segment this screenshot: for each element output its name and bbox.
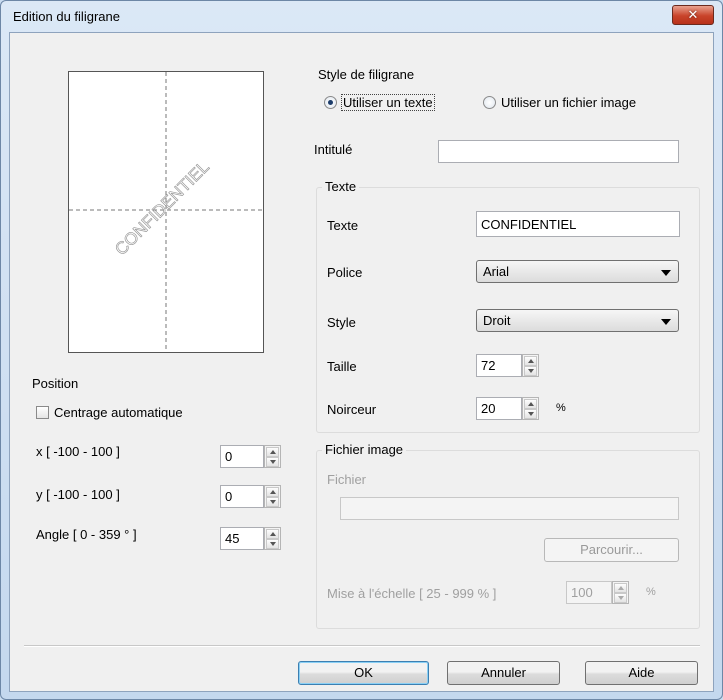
preview-canvas: CONFIDENTIEL — [69, 72, 263, 352]
size-input[interactable]: 72 — [476, 354, 522, 377]
size-spinner[interactable]: 72 — [476, 354, 546, 377]
x-spinner[interactable]: 0 — [220, 445, 285, 468]
chevron-down-icon — [661, 270, 671, 276]
spin-up-icon[interactable] — [614, 583, 627, 593]
file-label: Fichier — [327, 472, 367, 487]
x-spin-buttons[interactable] — [264, 445, 281, 468]
radio-use-text-label: Utiliser un texte — [341, 94, 435, 111]
watermark-preview: CONFIDENTIEL — [68, 71, 264, 353]
x-label: x [ -100 - 100 ] — [36, 444, 120, 459]
text-label: Texte — [327, 218, 359, 233]
style-select-value: Droit — [483, 313, 511, 328]
spin-down-icon[interactable] — [266, 539, 279, 549]
scale-label: Mise à l'échelle [ 25 - 999 % ] — [327, 586, 497, 601]
angle-spinner[interactable]: 45 — [220, 527, 285, 550]
spin-down-icon[interactable] — [524, 366, 537, 376]
spin-up-icon[interactable] — [524, 356, 537, 366]
button-separator — [24, 645, 700, 647]
font-label: Police — [327, 265, 363, 280]
spin-down-icon[interactable] — [266, 497, 279, 507]
help-button[interactable]: Aide — [585, 661, 698, 685]
watermark-style-label: Style de filigrane — [318, 67, 415, 82]
close-button[interactable]: ✕ — [672, 5, 714, 25]
spin-down-icon[interactable] — [614, 593, 627, 603]
text-group-title: Texte — [322, 179, 360, 194]
font-select[interactable]: Arial — [476, 260, 679, 283]
darkness-spin-buttons[interactable] — [522, 397, 539, 420]
y-input[interactable]: 0 — [220, 485, 264, 508]
darkness-label: Noirceur — [327, 402, 377, 417]
auto-center-checkbox[interactable] — [36, 406, 49, 419]
darkness-input[interactable]: 20 — [476, 397, 522, 420]
close-icon: ✕ — [687, 7, 699, 22]
font-select-value: Arial — [483, 264, 510, 279]
size-label: Taille — [327, 359, 357, 374]
scale-spinner[interactable]: 100 — [566, 581, 636, 604]
image-group-title: Fichier image — [322, 442, 407, 457]
angle-input[interactable]: 45 — [220, 527, 264, 550]
radio-use-image-label: Utiliser un fichier image — [501, 95, 637, 110]
preview-watermark-text: CONFIDENTIEL — [111, 157, 213, 259]
position-label: Position — [32, 376, 79, 391]
cancel-button[interactable]: Annuler — [447, 661, 560, 685]
spin-up-icon[interactable] — [266, 487, 279, 497]
scale-percent: % — [646, 586, 656, 598]
file-input[interactable] — [340, 497, 679, 520]
spin-up-icon[interactable] — [266, 529, 279, 539]
scale-spin-buttons[interactable] — [612, 581, 629, 604]
y-spin-buttons[interactable] — [264, 485, 281, 508]
y-spinner[interactable]: 0 — [220, 485, 285, 508]
angle-spin-buttons[interactable] — [264, 527, 281, 550]
spin-up-icon[interactable] — [266, 447, 279, 457]
auto-center-label: Centrage automatique — [54, 405, 183, 420]
darkness-percent: % — [556, 402, 566, 414]
style-label: Style — [327, 315, 356, 330]
y-label: y [ -100 - 100 ] — [36, 487, 120, 502]
angle-label: Angle [ 0 - 359 ° ] — [36, 527, 137, 542]
dialog-client-area: CONFIDENTIEL Position Centrage automatiq… — [9, 32, 714, 692]
style-select[interactable]: Droit — [476, 309, 679, 332]
title-input[interactable] — [438, 140, 679, 163]
dialog-window: Edition du filigrane ✕ CONFIDENTIEL Posi… — [0, 0, 723, 700]
radio-use-image[interactable] — [483, 96, 496, 109]
spin-down-icon[interactable] — [266, 457, 279, 467]
title-field-label: Intitulé — [314, 142, 353, 157]
spin-up-icon[interactable] — [524, 399, 537, 409]
darkness-spinner[interactable]: 20 — [476, 397, 546, 420]
ok-button[interactable]: OK — [298, 661, 429, 685]
radio-use-text[interactable] — [324, 96, 337, 109]
size-spin-buttons[interactable] — [522, 354, 539, 377]
chevron-down-icon — [661, 319, 671, 325]
x-input[interactable]: 0 — [220, 445, 264, 468]
title-bar[interactable]: Edition du filigrane ✕ — [1, 1, 722, 31]
window-title: Edition du filigrane — [13, 9, 120, 24]
browse-button[interactable]: Parcourir... — [544, 538, 679, 562]
scale-input[interactable]: 100 — [566, 581, 612, 604]
spin-down-icon[interactable] — [524, 409, 537, 419]
text-input[interactable]: CONFIDENTIEL — [476, 211, 680, 237]
